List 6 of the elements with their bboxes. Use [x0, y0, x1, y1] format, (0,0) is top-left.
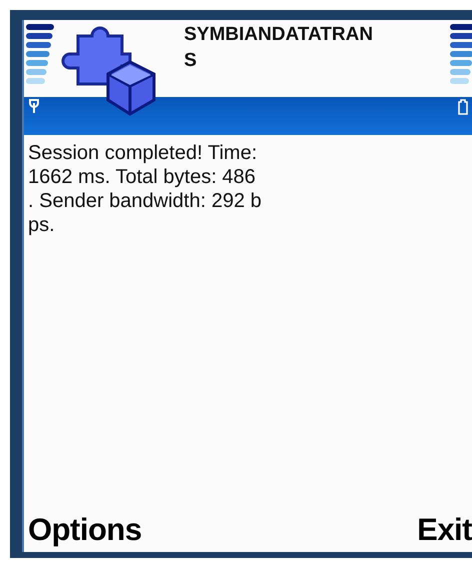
options-softkey[interactable]: Options	[28, 512, 142, 548]
exit-softkey[interactable]: Exit	[417, 512, 472, 548]
status-message: Session completed! Time: 1662 ms. Total bytes: 486 . Sender bandwidth: 292 b ps.	[27, 141, 263, 238]
battery-icon	[458, 99, 468, 115]
app-title: SYMBIANDATATRAN S	[184, 23, 373, 73]
antenna-icon	[28, 99, 40, 113]
